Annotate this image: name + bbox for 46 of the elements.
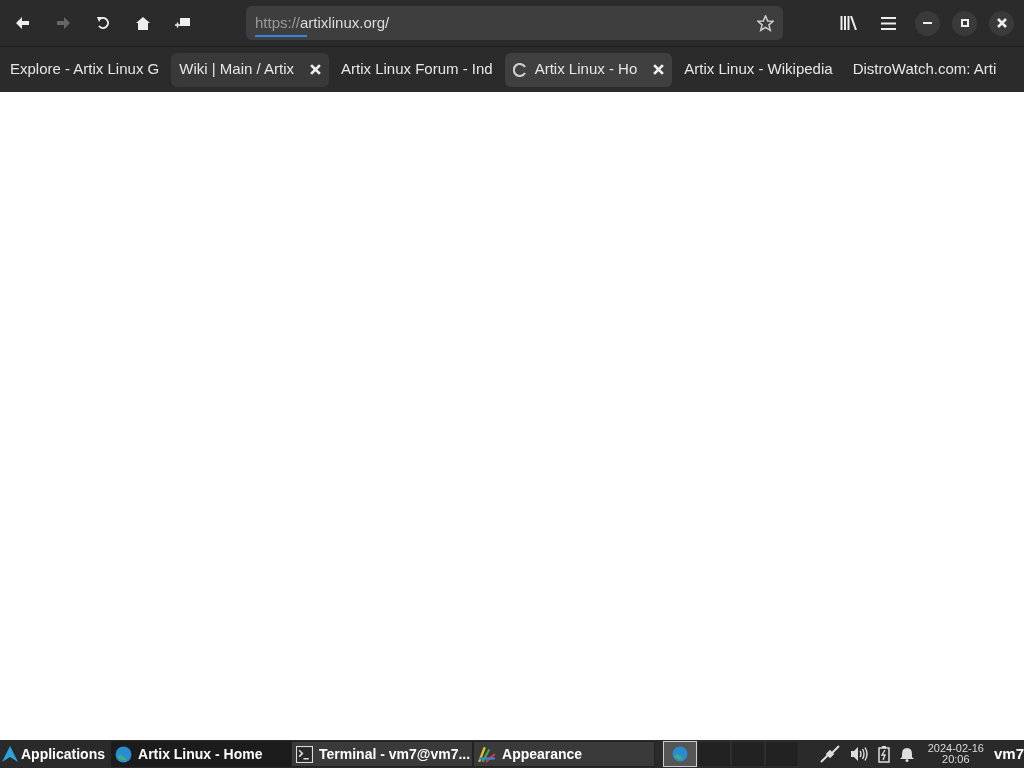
volume-icon[interactable] — [849, 746, 868, 762]
terminal-icon — [296, 745, 313, 763]
browser-tab[interactable]: Artix Linux Forum - Ind — [333, 52, 501, 87]
close-tab-icon[interactable] — [653, 64, 665, 75]
url-text: https://artixlinux.org/ — [255, 12, 390, 33]
bookmark-star-icon[interactable] — [757, 14, 774, 32]
taskbar-window-button[interactable]: Artix Linux - Home — [111, 741, 291, 767]
screenshot-icon — [175, 17, 191, 29]
tab-title: Artix Linux Forum - Ind — [341, 59, 493, 80]
reload-icon — [96, 16, 110, 30]
taskbar-window-button[interactable]: Terminal - vm7@vm7... — [291, 741, 473, 767]
paintbrush-icon — [478, 745, 496, 763]
forward-icon — [56, 17, 70, 29]
taskbar-window-button[interactable]: Appearance — [473, 741, 655, 767]
browser-tab[interactable]: Wiki | Main / Artix — [171, 52, 329, 87]
tab-title: Explore - Artix Linux G — [10, 59, 160, 80]
tab-title: Artix Linux - Ho — [534, 59, 638, 80]
maximize-button[interactable] — [952, 10, 977, 36]
maximize-icon — [960, 19, 969, 27]
tab-title: DistroWatch.com: Arti — [852, 59, 997, 80]
browser-tab[interactable]: Explore - Artix Linux G — [2, 52, 168, 87]
globe-icon — [672, 746, 688, 762]
close-button[interactable] — [989, 10, 1014, 36]
home-icon — [136, 16, 150, 30]
library-icon — [839, 16, 857, 30]
back-icon — [16, 17, 30, 29]
applications-menu[interactable]: Applications — [0, 740, 111, 768]
address-bar[interactable]: https://artixlinux.org/ — [246, 6, 783, 40]
clock-time: 20:06 — [942, 754, 970, 765]
close-icon — [996, 18, 1007, 28]
tab-title: Wiki | Main / Artix — [179, 59, 294, 80]
clock-date: 2024-02-16 — [927, 743, 984, 754]
browser-tab[interactable]: DistroWatch.com: Arti — [844, 52, 1005, 87]
bell-icon[interactable] — [899, 746, 914, 762]
minimize-button[interactable] — [915, 10, 940, 36]
menu-icon — [880, 16, 896, 30]
battery-icon[interactable] — [877, 745, 890, 763]
close-tab-icon[interactable] — [310, 64, 321, 75]
tab-title: Artix Linux - Wikipedia — [684, 59, 833, 80]
user-name[interactable]: vm7 — [993, 742, 1024, 766]
globe-icon — [115, 745, 132, 763]
minimize-icon — [923, 21, 932, 25]
browser-tab[interactable]: Artix Linux - Ho — [504, 52, 673, 87]
network-plug-icon[interactable] — [819, 745, 840, 763]
artix-logo-icon — [2, 746, 18, 762]
browser-tab[interactable]: Artix Linux - Wikipedia — [676, 52, 841, 87]
